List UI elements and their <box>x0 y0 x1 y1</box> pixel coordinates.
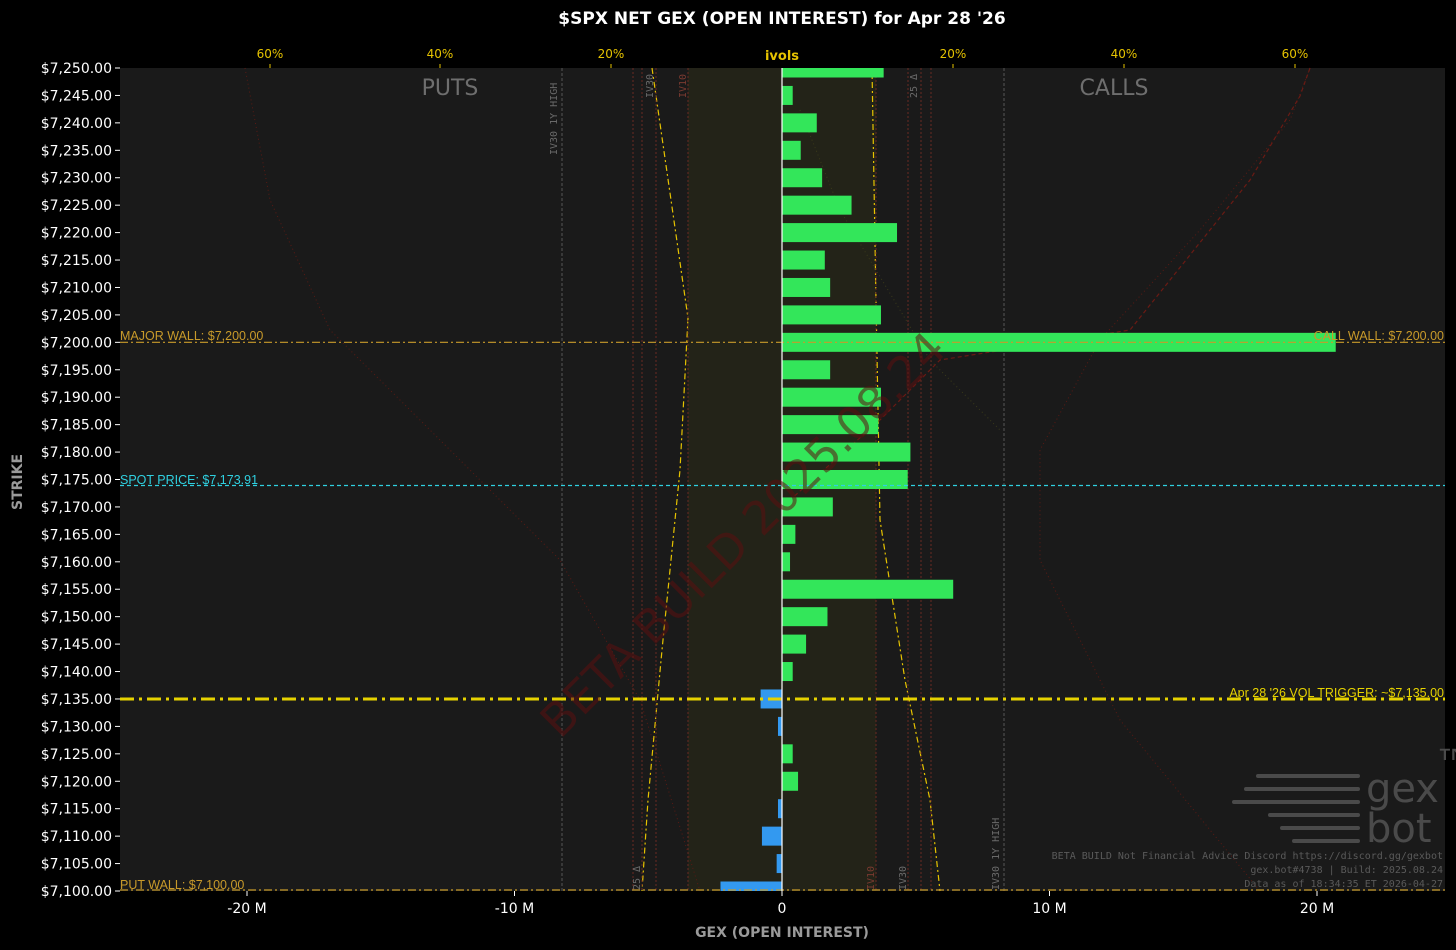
y-tick-label: $7,155.00 <box>41 582 112 598</box>
x-tick-label: 10 M <box>1032 901 1066 917</box>
spot-price-label: SPOT PRICE: $7,173.91 <box>120 473 258 487</box>
iv30-left-label: IV30 <box>645 74 656 98</box>
y-tick-label: $7,120.00 <box>41 774 112 790</box>
gex-bar <box>777 799 782 819</box>
y-tick-label: $7,135.00 <box>41 692 112 708</box>
y-tick-label: $7,145.00 <box>41 637 112 653</box>
gex-bar <box>782 113 817 133</box>
gex-bar <box>782 360 831 380</box>
y-tick-label: $7,140.00 <box>41 665 112 681</box>
gex-bar <box>761 826 782 846</box>
iv-tick-label: 60% <box>257 47 284 61</box>
iv30-high-left-label: IV30 1Y HIGH <box>549 83 560 155</box>
gex-bar <box>782 85 793 105</box>
gex-bar <box>782 771 799 791</box>
footer-line-3: Data as of 18:34:35 ET 2026-04-27 <box>1244 879 1443 890</box>
gex-bar <box>782 662 793 682</box>
footer-line-2: gex.bot#4738 | Build: 2025.08.24 <box>1250 865 1443 876</box>
y-tick-label: $7,125.00 <box>41 747 112 763</box>
gex-bar <box>782 68 884 78</box>
y-tick-label: $7,225.00 <box>41 198 112 214</box>
y-tick-label: $7,245.00 <box>41 88 112 104</box>
major-wall-label: MAJOR WALL: $7,200.00 <box>120 329 263 343</box>
iv-tick-label: 20% <box>940 47 967 61</box>
chart-title: $SPX NET GEX (OPEN INTEREST) for Apr 28 … <box>558 9 1005 29</box>
vol-trigger-label: Apr 28 '26 VOL TRIGGER: ~$7,135.00 <box>1229 686 1444 700</box>
gex-bar <box>782 744 793 764</box>
gex-bar <box>782 607 828 627</box>
y-tick-label: $7,220.00 <box>41 226 112 242</box>
logo-mark: ™ <box>1434 742 1456 788</box>
iv-tick-label: 20% <box>598 47 625 61</box>
y-tick-label: $7,100.00 <box>41 884 112 900</box>
iv30-right-label: IV30 <box>898 866 909 890</box>
puts-label: PUTS <box>422 76 479 101</box>
gex-bar <box>782 223 898 243</box>
gex-bar <box>782 277 831 297</box>
iv30-high-right-label: IV30 1Y HIGH <box>991 818 1002 890</box>
y-tick-label: $7,250.00 <box>41 61 112 77</box>
y-tick-label: $7,170.00 <box>41 500 112 516</box>
y-tick-label: $7,105.00 <box>41 857 112 873</box>
y-tick-label: $7,205.00 <box>41 308 112 324</box>
y-axis-label: STRIKE <box>10 454 26 510</box>
iv-tick-label: 40% <box>427 47 454 61</box>
gex-bar <box>782 250 825 270</box>
gex-bar <box>782 195 852 215</box>
x-tick-label: 20 M <box>1300 901 1334 917</box>
y-tick-label: $7,165.00 <box>41 527 112 543</box>
iv10-right-label: IV10 <box>866 866 877 890</box>
y-tick-label: $7,210.00 <box>41 280 112 296</box>
y-tick-label: $7,115.00 <box>41 802 112 818</box>
y-tick-label: $7,185.00 <box>41 418 112 434</box>
y-tick-label: $7,130.00 <box>41 719 112 735</box>
delta25-left-label: 25 Δ <box>632 866 643 890</box>
y-tick-label: $7,110.00 <box>41 829 112 845</box>
y-tick-label: $7,240.00 <box>41 116 112 132</box>
gex-chart: BETA BUILD 2025.08.24 $SPX NET GEX (OPEN… <box>0 0 1456 950</box>
iv-tick-label: 40% <box>1111 47 1138 61</box>
y-tick-label: $7,200.00 <box>41 335 112 351</box>
gex-bar <box>776 854 782 874</box>
footer-line-1: BETA BUILD Not Financial Advice Discord … <box>1052 851 1443 862</box>
delta25-right-label: 25 Δ <box>909 74 920 98</box>
gex-bar <box>777 716 782 736</box>
iv-tick-label: 60% <box>1282 47 1309 61</box>
y-tick-label: $7,175.00 <box>41 473 112 489</box>
y-tick-label: $7,230.00 <box>41 171 112 187</box>
x-tick-label: -20 M <box>227 901 266 917</box>
gex-bar <box>782 168 823 188</box>
gex-bar <box>782 305 881 325</box>
x-tick-label: 0 <box>778 901 787 917</box>
x-axis-label: GEX (OPEN INTEREST) <box>695 925 869 941</box>
y-tick-label: $7,235.00 <box>41 143 112 159</box>
logo-bottom-text: bot <box>1366 806 1432 852</box>
iv-axis-label: ivols <box>765 49 799 64</box>
gex-bar <box>782 552 791 572</box>
y-tick-label: $7,215.00 <box>41 253 112 269</box>
y-tick-label: $7,150.00 <box>41 610 112 626</box>
gex-bar <box>782 140 801 160</box>
call-wall-label: CALL WALL: $7,200.00 <box>1314 329 1444 343</box>
y-tick-label: $7,160.00 <box>41 555 112 571</box>
y-tick-label: $7,180.00 <box>41 445 112 461</box>
gex-bar <box>782 634 807 654</box>
y-tick-label: $7,190.00 <box>41 390 112 406</box>
put-wall-label: PUT WALL: $7,100.00 <box>120 878 244 892</box>
iv10-left-label: IV10 <box>678 74 689 98</box>
x-tick-label: -10 M <box>495 901 534 917</box>
y-tick-label: $7,195.00 <box>41 363 112 379</box>
calls-label: CALLS <box>1080 76 1149 101</box>
gex-bar <box>782 579 954 599</box>
